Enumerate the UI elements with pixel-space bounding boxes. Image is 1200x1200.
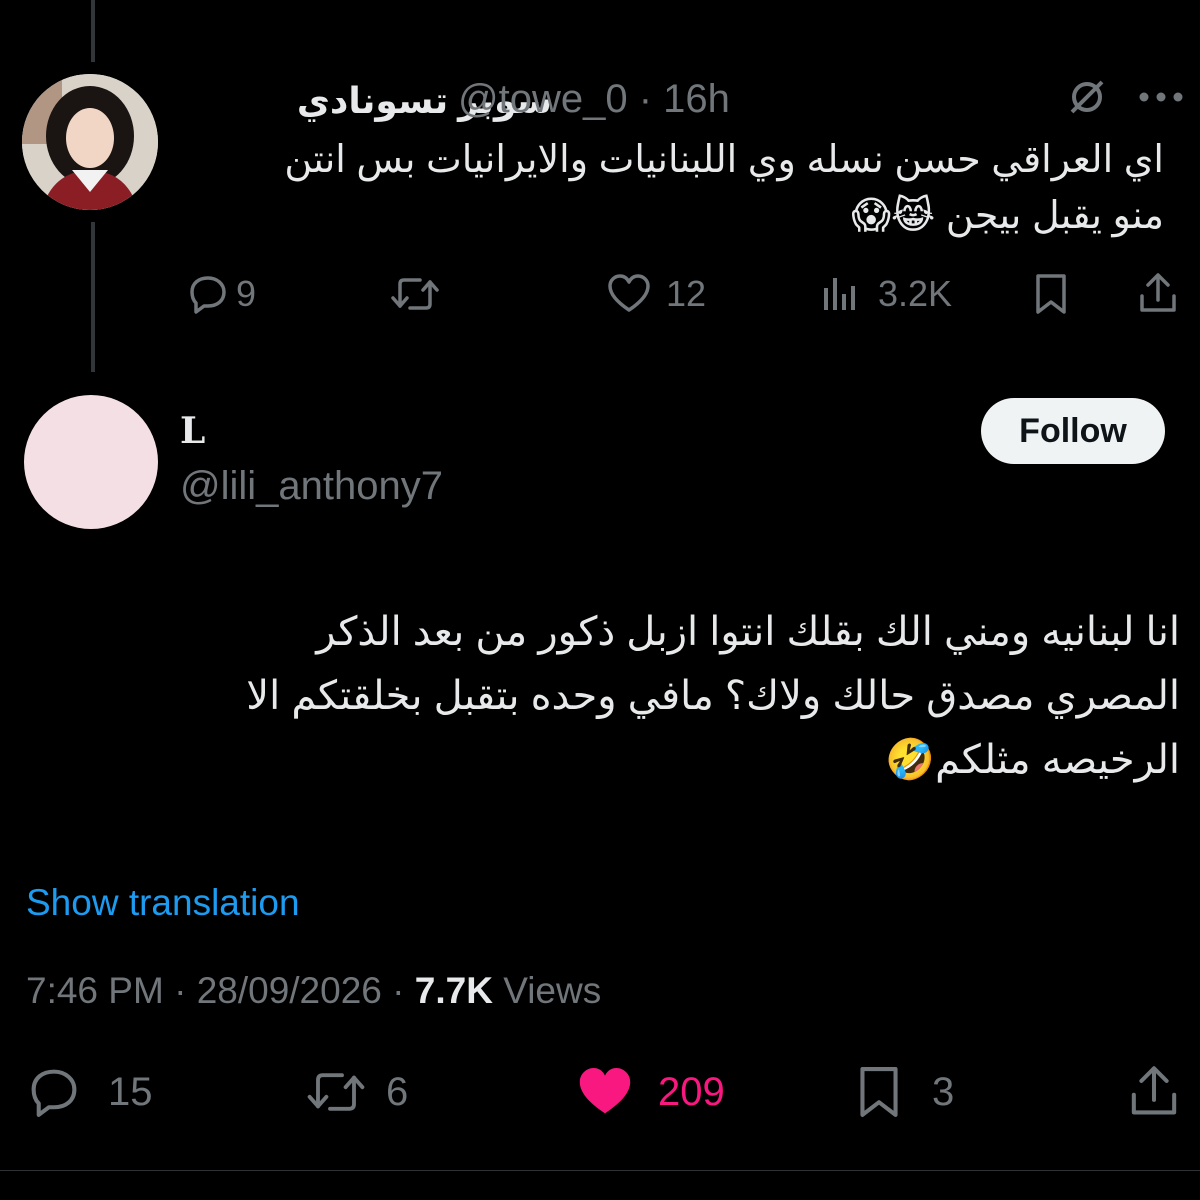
- views-label: Views: [503, 970, 602, 1011]
- thread-line-bottom: [91, 222, 95, 372]
- main-text-line: انا لبنانيه ومني الك بقلك انتوا ازبل ذكو…: [316, 610, 1180, 654]
- share-icon[interactable]: [1136, 270, 1180, 321]
- main-handle[interactable]: @lili_anthony7: [180, 464, 443, 509]
- main-retweet-stat[interactable]: 6: [306, 1064, 408, 1120]
- more-icon[interactable]: [1138, 90, 1184, 109]
- main-bookmark-count: 3: [932, 1069, 955, 1114]
- parent-tweet-text: اي العراقي حسن نسله وي اللبنانيات والاير…: [164, 132, 1164, 244]
- main-like-stat[interactable]: 209: [576, 1064, 725, 1120]
- main-text-line: الرخيصه مثلكم🤣: [885, 738, 1180, 782]
- views-icon: [824, 278, 855, 310]
- parent-time[interactable]: 16h: [663, 77, 730, 121]
- main-tweet-text: انا لبنانيه ومني الك بقلك انتوا ازبل ذكو…: [20, 600, 1180, 792]
- tweet-date[interactable]: 28/09/2026: [197, 970, 382, 1011]
- retweet-icon: [391, 278, 439, 310]
- grok-icon[interactable]: [1066, 76, 1108, 123]
- reply-icon: [190, 276, 226, 314]
- bookmark-icon[interactable]: [1030, 272, 1072, 321]
- views-count: 7.7K: [414, 970, 493, 1011]
- tweet-time[interactable]: 7:46 PM: [26, 970, 164, 1011]
- parent-text-line: اي العراقي حسن نسله وي اللبنانيات والاير…: [284, 139, 1164, 181]
- parent-text-line: منو يقبل بيجن 😹😱: [851, 195, 1164, 237]
- share-icon: [1131, 1066, 1177, 1115]
- parent-handle[interactable]: @towe_0: [458, 77, 628, 121]
- follow-button[interactable]: Follow: [981, 398, 1165, 464]
- separator-dot: ·: [638, 77, 653, 121]
- avatar[interactable]: [22, 74, 158, 210]
- like-icon: [608, 274, 650, 312]
- main-like-count: 209: [658, 1069, 725, 1114]
- main-reply-count: 15: [108, 1069, 153, 1114]
- main-retweet-count: 6: [386, 1069, 409, 1114]
- parent-views-count: 3.2K: [878, 273, 953, 314]
- show-translation-link[interactable]: Show translation: [26, 882, 300, 924]
- parent-like-count: 12: [666, 273, 707, 314]
- avatar[interactable]: [24, 395, 158, 529]
- reply-icon: [31, 1069, 77, 1117]
- thread-line-top: [91, 0, 95, 62]
- avatar-image: [22, 74, 158, 210]
- like-icon: [579, 1068, 631, 1114]
- main-share-stat[interactable]: [1126, 1062, 1182, 1120]
- retweet-icon: [307, 1073, 365, 1111]
- divider: [0, 1170, 1200, 1171]
- parent-handle-time[interactable]: @towe_0 · 16h: [458, 77, 730, 122]
- bookmark-icon: [860, 1067, 898, 1117]
- parent-views-stat[interactable]: 3.2K: [818, 272, 952, 316]
- main-text-line: المصري مصدق حالك ولاك؟ مافي وحده بتقبل ب…: [246, 674, 1180, 718]
- main-bookmark-stat[interactable]: 3: [852, 1064, 954, 1120]
- main-reply-stat[interactable]: 15: [26, 1064, 153, 1120]
- parent-reply-stat[interactable]: 9: [186, 272, 256, 316]
- parent-reply-count: 9: [236, 273, 257, 314]
- parent-retweet-stat[interactable]: [390, 272, 440, 316]
- tweet-metadata: 7:46 PM · 28/09/2026 · 7.7K Views: [26, 970, 602, 1011]
- parent-like-stat[interactable]: 12: [606, 272, 706, 316]
- main-display-name[interactable]: L: [180, 410, 205, 452]
